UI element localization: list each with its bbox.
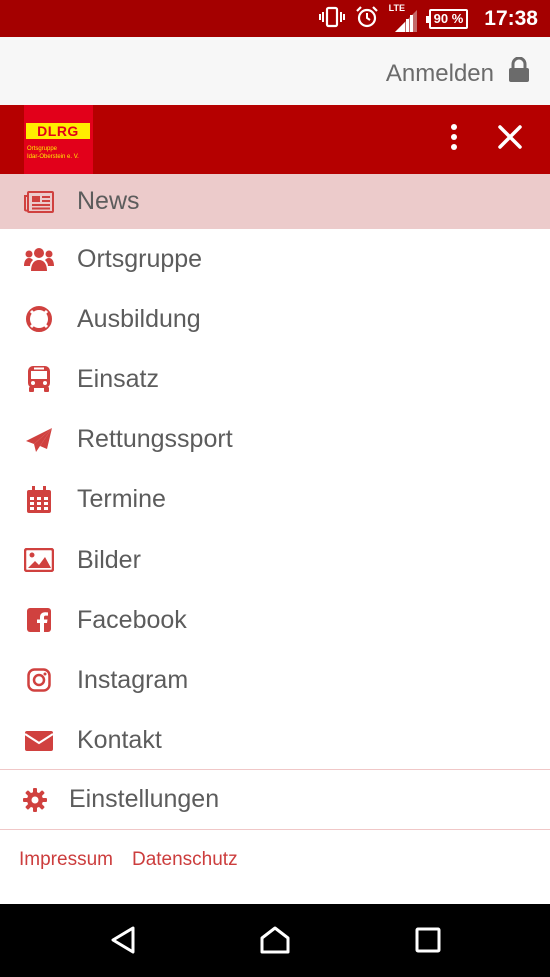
more-vertical-icon <box>450 123 458 155</box>
status-icons: LTE 90 % 17:38 <box>318 3 538 34</box>
nav-label-facebook: Facebook <box>77 605 187 634</box>
home-button[interactable] <box>255 922 295 962</box>
footer-links: Impressum Datenschutz <box>19 849 238 871</box>
vibrate-icon <box>318 6 345 33</box>
nav-item-kontakt[interactable]: Kontakt <box>0 711 550 771</box>
envelope-icon <box>24 726 54 756</box>
nav-item-facebook[interactable]: Facebook <box>0 590 550 650</box>
nav-label-news: News <box>77 187 140 215</box>
nav-label-ausbildung: Ausbildung <box>77 304 201 333</box>
gear-icon <box>23 787 47 812</box>
recents-button[interactable] <box>408 922 448 962</box>
login-button[interactable]: Anmelden <box>385 56 530 90</box>
instagram-icon <box>24 665 54 695</box>
divider-bottom <box>0 829 550 830</box>
nav-label-bilder: Bilder <box>77 545 141 574</box>
logo-line-1: Ortsgruppe <box>27 146 58 152</box>
nav-item-ortsgruppe[interactable]: Ortsgruppe <box>0 229 550 289</box>
facebook-icon <box>24 605 54 635</box>
alarm-icon <box>355 5 379 34</box>
more-options-button[interactable] <box>434 119 474 159</box>
nav-label-rettungssport: Rettungssport <box>77 425 233 454</box>
nav-item-ausbildung[interactable]: Ausbildung <box>0 289 550 349</box>
battery-indicator: 90 % <box>425 9 469 29</box>
status-time: 17:38 <box>484 7 538 30</box>
recents-icon <box>415 927 441 958</box>
android-nav-bar <box>0 904 550 977</box>
nav-item-news[interactable]: News <box>0 174 550 229</box>
close-icon <box>498 124 522 154</box>
lifebuoy-icon <box>24 304 54 334</box>
settings-item[interactable]: Einstellungen <box>0 770 550 829</box>
lock-icon <box>508 56 530 90</box>
nav-label-instagram: Instagram <box>77 665 189 694</box>
home-icon <box>259 925 291 960</box>
settings-label: Einstellungen <box>69 785 220 813</box>
nav-item-bilder[interactable]: Bilder <box>0 530 550 590</box>
nav-label-einsatz: Einsatz <box>77 364 159 393</box>
back-icon <box>109 925 137 960</box>
top-bar: Anmelden <box>0 37 550 105</box>
nav-item-rettungssport[interactable]: Rettungssport <box>0 410 550 470</box>
nav-item-instagram[interactable]: Instagram <box>0 650 550 710</box>
nav-label-termine: Termine <box>77 485 166 514</box>
signal-icon: LTE <box>389 3 419 32</box>
logo-subtitle: Ortsgruppe Idar-Oberstein e. V. <box>27 145 93 161</box>
impressum-link[interactable]: Impressum <box>19 849 113 871</box>
logo-line-2: Idar-Oberstein e. V. <box>27 154 79 160</box>
nav-menu: News Ortsgruppe Ausbildung Einsatz Rettu… <box>0 174 550 771</box>
image-icon <box>24 545 54 575</box>
nav-item-termine[interactable]: Termine <box>0 470 550 530</box>
calendar-icon <box>24 485 54 515</box>
bus-icon <box>24 364 54 394</box>
datenschutz-link[interactable]: Datenschutz <box>132 849 238 871</box>
logo-badge: DLRG <box>26 123 90 139</box>
back-button[interactable] <box>103 922 143 962</box>
nav-label-ortsgruppe: Ortsgruppe <box>77 244 203 273</box>
close-menu-button[interactable] <box>490 119 530 159</box>
status-bar: LTE 90 % 17:38 <box>0 0 550 37</box>
newspaper-icon <box>24 187 54 217</box>
users-icon <box>24 244 54 274</box>
app-header: DLRG Ortsgruppe Idar-Oberstein e. V. <box>0 105 550 174</box>
paper-plane-icon <box>24 425 54 455</box>
nav-item-einsatz[interactable]: Einsatz <box>0 349 550 409</box>
nav-label-kontakt: Kontakt <box>77 726 162 755</box>
dlrg-logo[interactable]: DLRG Ortsgruppe Idar-Oberstein e. V. <box>24 105 93 174</box>
login-label: Anmelden <box>385 59 494 87</box>
